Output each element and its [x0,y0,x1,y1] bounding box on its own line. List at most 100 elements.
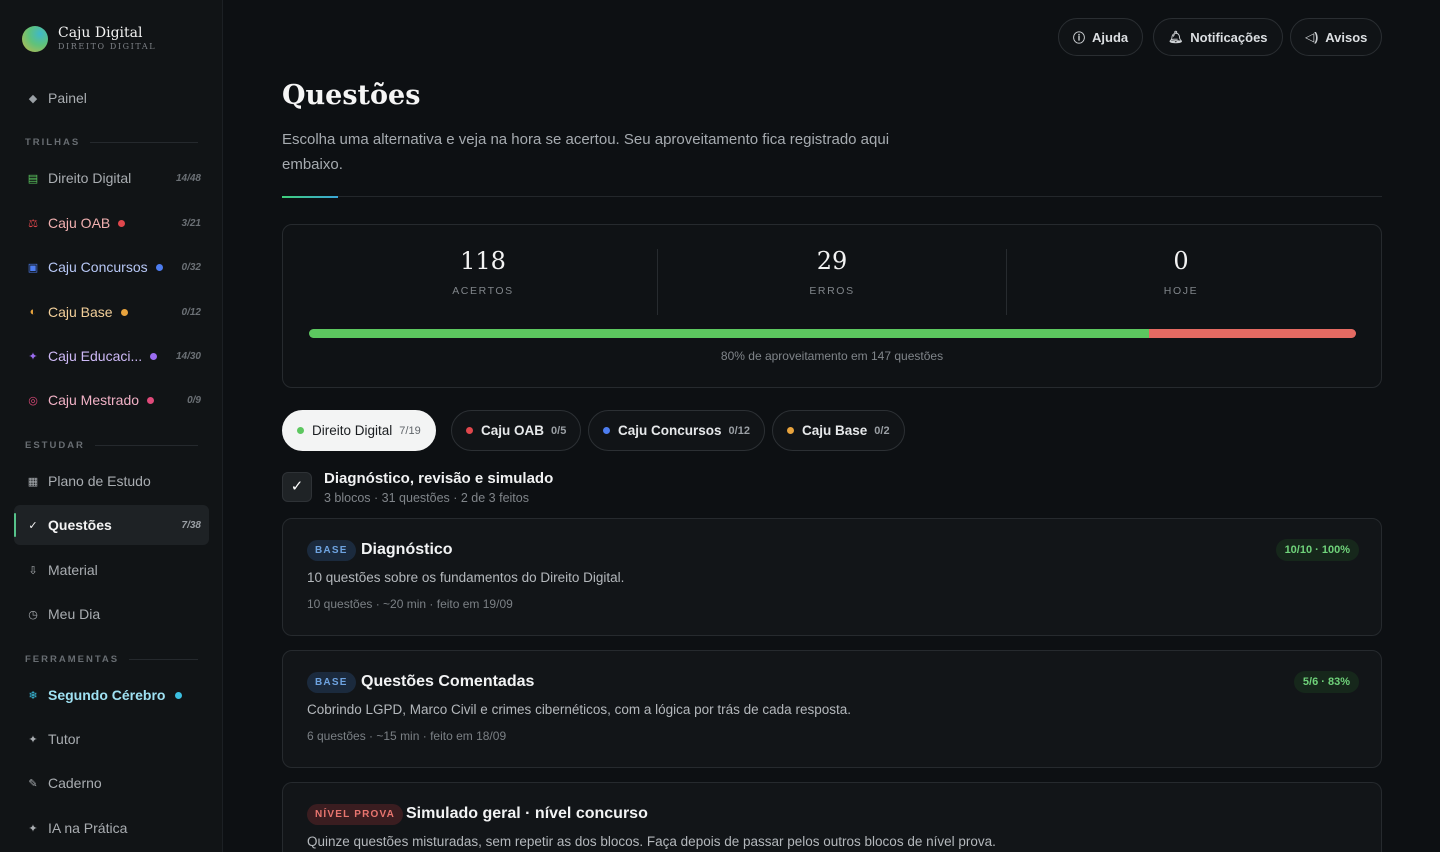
status-dot [155,263,163,271]
tab-dot [603,427,610,434]
page-description: Escolha uma alternativa e veja na hora s… [282,131,890,173]
tab-dot [787,427,794,434]
block-meta: 6 questões · ~15 min · feito em 18/09 [307,729,507,743]
level-badge: NÍVEL PROVA [307,804,404,825]
score-badge: 10/10 · 100% [1275,539,1359,561]
tab-caju-base[interactable]: Caju Base 0/2 [772,410,905,451]
stat-value: 0 [1173,247,1189,275]
group-title: Diagnóstico, revisão e simulado [324,470,554,487]
sidebar-item-caju-mestrado[interactable]: ◎ Caju Mestrado 0/9 [14,380,209,420]
stat-hoje: 0 HOJE [1007,247,1355,297]
star-icon: ✦ [28,822,38,835]
success-progress-bar [309,329,1356,338]
download-icon: ⇩ [28,564,38,577]
tab-label: Caju OAB [481,423,545,438]
target-icon: ◎ [28,394,38,407]
sparkle-icon: ✦ [28,350,38,363]
stat-value: 118 [460,247,506,275]
tab-caju-concursos[interactable]: Caju Concursos 0/12 [588,410,765,451]
sidebar-item-label: IA na Prática [48,820,128,836]
building-icon: ▣ [27,261,39,274]
sidebar-item-label: Caderno [48,775,102,791]
tab-caju-oab[interactable]: Caju OAB 0/5 [451,410,582,451]
sidebar-item-ia-na-pratica[interactable]: ✦ IA na Prática [14,808,209,848]
progress-wrong [1149,329,1356,338]
level-badge: BASE [307,540,356,561]
sidebar-item-tutor[interactable]: ✦ Tutor [14,719,209,759]
sidebar-item-caju-concursos[interactable]: ▣ Caju Concursos 0/32 [14,247,209,287]
group-subtitle: 3 blocos · 31 questões · 2 de 3 feitos [324,491,529,505]
block-card-simulado-geral[interactable]: NÍVEL PROVA Simulado geral · nível concu… [282,782,1382,852]
divider [282,196,1382,197]
sidebar-item-caju-educacao[interactable]: ✦ Caju Educaci... 14/30 [14,336,209,376]
sidebar-item-label: Caju Base [48,304,113,320]
tab-direito-digital[interactable]: Direito Digital 7/19 [282,410,436,451]
group-check-icon[interactable]: ✓ [282,472,312,502]
star-icon: ✦ [28,733,38,746]
stats-card: 118 ACERTOS 29 ERROS 0 HOJE 80% de aprov… [282,224,1382,388]
sidebar-item-caju-oab[interactable]: ⚖ Caju OAB 3/21 [14,203,209,243]
section-label-estudar: ESTUDAR [25,440,198,451]
block-description: 10 questões sobre os fundamentos do Dire… [307,570,625,585]
block-card-questoes-comentadas[interactable]: BASE Questões Comentadas Cobrindo LGPD, … [282,650,1382,768]
brand-title: Caju Digital [58,25,143,41]
block-title: Diagnóstico [361,541,453,558]
sidebar-item-segundo-cerebro[interactable]: ❄ Segundo Cérebro [14,675,209,715]
notices-button[interactable]: ◁) Avisos [1290,18,1383,56]
sidebar-item-caderno[interactable]: ✎ Caderno [14,763,209,803]
block-card-diagnostico[interactable]: BASE Diagnóstico 10 questões sobre os fu… [282,518,1382,636]
pencil-icon: ✎ [28,777,38,790]
stat-label: HOJE [1163,285,1199,297]
brand-logo [22,26,48,52]
sidebar-item-meu-dia[interactable]: ◷ Meu Dia [14,594,209,634]
block-title: Questões Comentadas [361,673,535,690]
progress-note: 80% de aproveitamento em 147 questões [720,349,944,363]
status-dot [150,352,158,360]
help-button[interactable]: ⓘ Ajuda [1058,18,1144,56]
notifications-button[interactable]: 🔔︎ Notificações [1153,18,1283,56]
tab-dot [466,427,473,434]
bell-icon: 🔔︎ [1168,30,1184,44]
sidebar-item-label: Caju OAB [48,215,111,231]
brand[interactable]: Caju Digital DIREITO DIGITAL [22,26,156,52]
section-label-ferramentas: FERRAMENTAS [25,654,198,665]
progress-count: 14/48 [175,172,201,184]
sidebar-item-label: Caju Concursos [48,259,148,275]
stat-erros: 29 ERROS [658,247,1006,297]
sidebar-item-direito-digital[interactable]: ▤ Direito Digital 14/48 [14,158,209,198]
sidebar-item-plano-de-estudo[interactable]: ▦ Plano de Estudo [14,461,209,501]
tab-dot [297,427,304,434]
sidebar-item-painel[interactable]: ◆ Painel [14,78,209,118]
scale-icon: ⚖ [28,217,38,230]
sidebar-item-label: Questões [48,517,112,533]
sidebar-item-label: Tutor [48,731,81,747]
stat-acertos: 118 ACERTOS [309,247,657,297]
level-badge: BASE [307,672,356,693]
sidebar-item-questoes[interactable]: ✓ Questões 7/38 [14,505,209,545]
brand-subtitle: DIREITO DIGITAL [58,42,157,51]
notices-label: Avisos [1325,29,1368,45]
progress-count: 3/21 [181,217,201,229]
status-dot [175,691,183,699]
progress-count: 7/38 [181,519,201,531]
block-description: Quinze questões misturadas, sem repetir … [307,834,996,849]
block-title: Simulado geral · nível concurso [406,805,648,822]
sidebar-item-caju-base[interactable]: ◐ Caju Base 0/12 [14,292,209,332]
section-label-trilhas: TRILHAS [25,137,198,148]
tab-label: Caju Concursos [618,423,722,438]
megaphone-icon: ◁) [1305,30,1319,44]
tab-count: 0/2 [874,424,890,437]
stat-value: 29 [816,247,848,275]
clock-icon: ◷ [28,608,38,621]
half-circle-icon: ◐ [29,306,37,318]
sidebar-item-label: Caju Mestrado [48,392,140,408]
score-badge: 5/6 · 83% [1293,671,1359,693]
sidebar-item-material[interactable]: ⇩ Material [14,550,209,590]
progress-count: 0/9 [187,394,201,406]
sidebar: Caju Digital DIREITO DIGITAL ◆ Painel TR… [0,0,223,852]
progress-count: 0/32 [181,261,201,273]
snowflake-icon: ❄ [28,689,38,702]
check-icon: ✓ [28,519,38,532]
progress-count: 14/30 [175,350,201,362]
sidebar-item-label: Material [48,562,98,578]
